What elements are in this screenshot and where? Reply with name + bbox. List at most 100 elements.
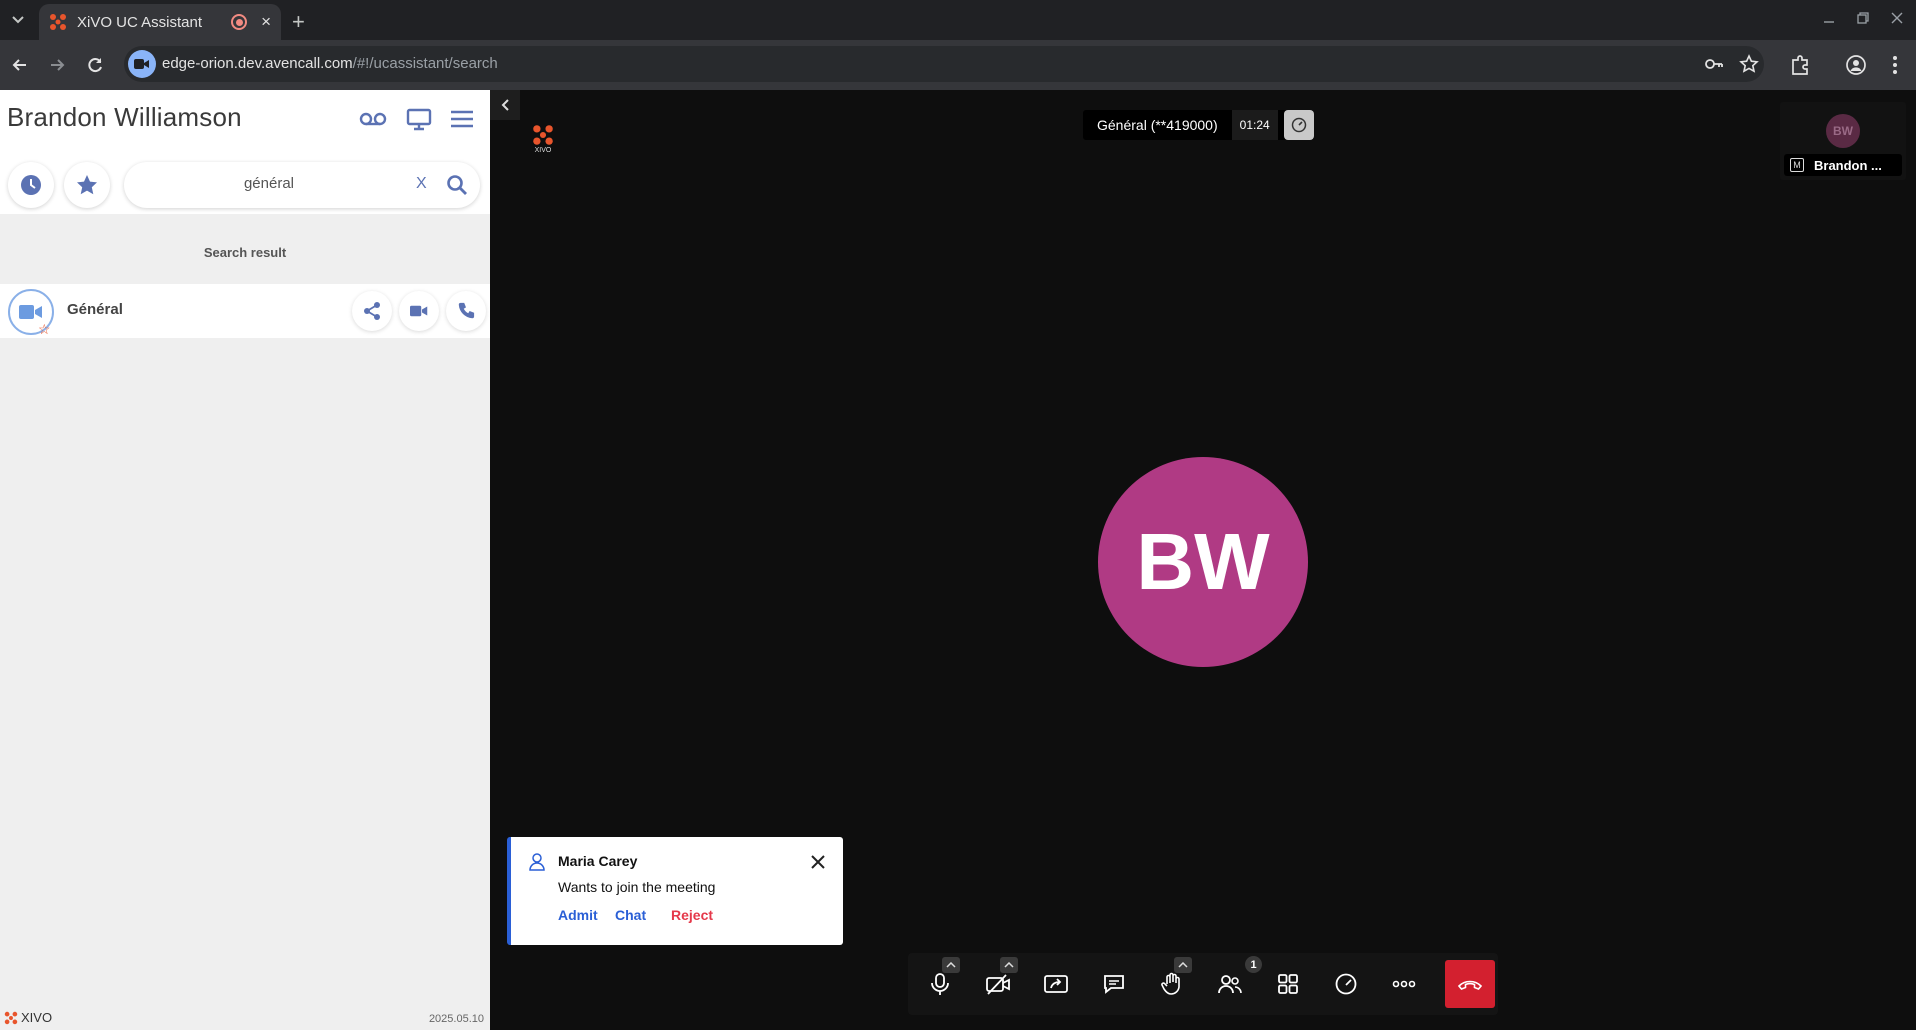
main-participant-avatar: BW (1098, 457, 1308, 667)
xivo-logo: XIVO (4, 1010, 52, 1025)
grid-icon (1278, 974, 1298, 994)
xivo-logo-icon (4, 1011, 18, 1024)
raise-hand-icon (1161, 972, 1180, 995)
search-result-row[interactable]: ☆ Général (0, 284, 490, 338)
camera-off-icon (986, 974, 1010, 995)
bookmark-star-icon[interactable] (1739, 54, 1759, 74)
participants-button[interactable] (1212, 966, 1248, 1002)
gauge-icon (1335, 973, 1357, 995)
thumbnail-label: M Brandon ... (1784, 154, 1902, 176)
thumbnail-avatar: BW (1826, 114, 1860, 148)
meeting-info-bar: Général (**419000) 01:24 (1083, 110, 1314, 140)
new-tab-button[interactable]: + (292, 9, 305, 35)
tile-view-button[interactable] (1270, 966, 1306, 1002)
profile-icon[interactable] (1845, 54, 1867, 76)
search-clear-button[interactable]: X (416, 175, 427, 193)
uc-assistant-panel: Brandon Williamson X Search result ☆ (0, 90, 490, 1030)
chevron-up-icon (1178, 962, 1188, 968)
window-close-icon[interactable] (1890, 11, 1904, 25)
app-version: 2025.05.10 (428, 1013, 484, 1025)
search-result-header: Search result (203, 244, 287, 260)
notification-close-icon[interactable] (809, 853, 827, 871)
participant-thumbnail[interactable]: BW M Brandon ... (1780, 102, 1906, 180)
tab-list-button[interactable] (6, 8, 30, 32)
password-key-icon[interactable] (1704, 54, 1724, 74)
url-text: edge-orion.dev.avencall.com/#!/ucassista… (162, 55, 498, 72)
participants-icon (1218, 975, 1242, 994)
star-icon (77, 175, 97, 195)
address-bar[interactable]: edge-orion.dev.avencall.com/#!/ucassista… (124, 46, 1764, 82)
tab-title: XiVO UC Assistant (77, 13, 203, 31)
minimize-icon[interactable] (1822, 11, 1836, 25)
chevron-up-icon (1004, 962, 1014, 968)
video-camera-icon (410, 305, 428, 317)
chat-toggle-button[interactable] (1096, 966, 1132, 1002)
xivo-favicon-icon (50, 14, 66, 30)
video-camera-icon (19, 305, 42, 319)
performance-settings-button[interactable] (1328, 966, 1364, 1002)
arrow-right-icon (51, 59, 65, 71)
thumbnail-name: Brandon ... (1814, 157, 1882, 173)
notification-name: Maria Carey (558, 853, 638, 869)
extensions-icon[interactable] (1789, 54, 1811, 76)
meeting-timer: 01:24 (1231, 110, 1278, 140)
panel-footer: XIVO 2025.05.10 (0, 1008, 490, 1030)
chevron-up-icon (946, 962, 956, 968)
more-options-button[interactable] (1386, 966, 1422, 1002)
search-input[interactable] (144, 175, 394, 192)
arrow-left-icon (12, 59, 26, 71)
site-info-icon[interactable] (128, 50, 156, 78)
search-icon[interactable] (446, 174, 468, 196)
screen-share-button[interactable] (1038, 966, 1074, 1002)
hangup-button[interactable] (1445, 960, 1495, 1008)
lobby-notification: Maria Carey Wants to join the meeting Ad… (507, 837, 843, 945)
recording-indicator-icon (231, 14, 248, 30)
collapse-panel-button[interactable] (490, 90, 520, 120)
back-button[interactable] (10, 55, 30, 75)
favorites-button[interactable] (64, 162, 110, 208)
reload-icon (88, 58, 102, 73)
user-icon (529, 853, 545, 871)
panel-header: Brandon Williamson X (0, 90, 490, 214)
history-button[interactable] (8, 162, 54, 208)
meeting-view: XIVO Général (**419000) 01:24 BW M Brand… (490, 90, 1916, 1030)
video-call-button[interactable] (399, 291, 439, 331)
hangup-icon (1457, 980, 1483, 990)
call-toolbar: 1 (908, 953, 1498, 1015)
menu-icon[interactable] (448, 107, 476, 131)
browser-toolbar: edge-orion.dev.avencall.com/#!/ucassista… (0, 40, 1916, 90)
reactions-caret[interactable] (1174, 957, 1192, 973)
audio-call-button[interactable] (446, 291, 486, 331)
share-button[interactable] (352, 291, 392, 331)
performance-gauge-button[interactable] (1283, 110, 1314, 140)
browser-tab-active[interactable]: XiVO UC Assistant × (39, 4, 281, 40)
forward-button[interactable] (47, 55, 67, 75)
restore-icon[interactable] (1856, 11, 1870, 25)
video-options-caret[interactable] (1000, 957, 1018, 973)
room-name: Général (**419000) (1097, 117, 1218, 133)
result-name: Général (67, 301, 123, 318)
meeting-logo: XIVO (528, 124, 558, 154)
xivo-logo-icon (533, 125, 553, 145)
audio-options-caret[interactable] (942, 957, 960, 973)
phone-icon (458, 302, 475, 319)
browser-menu-icon[interactable] (1884, 54, 1906, 76)
reload-button[interactable] (85, 55, 105, 75)
search-box: X (124, 162, 480, 208)
favorite-star-icon: ☆ (38, 321, 51, 337)
chat-icon (1104, 975, 1124, 994)
chat-button[interactable]: Chat (615, 907, 646, 923)
browser-tabstrip: XiVO UC Assistant × + (0, 0, 1916, 40)
chevron-left-icon (501, 99, 509, 111)
share-icon (364, 302, 380, 320)
admit-button[interactable]: Admit (558, 907, 598, 923)
participants-count-badge: 1 (1245, 956, 1262, 973)
gauge-icon (1291, 117, 1306, 133)
user-name: Brandon Williamson (7, 102, 242, 132)
reject-button[interactable]: Reject (671, 907, 713, 923)
moderator-badge: M (1790, 158, 1804, 172)
desktop-icon[interactable] (405, 107, 433, 131)
microphone-icon (931, 973, 949, 995)
voicemail-icon[interactable] (359, 107, 387, 131)
tab-close-button[interactable]: × (261, 12, 271, 32)
